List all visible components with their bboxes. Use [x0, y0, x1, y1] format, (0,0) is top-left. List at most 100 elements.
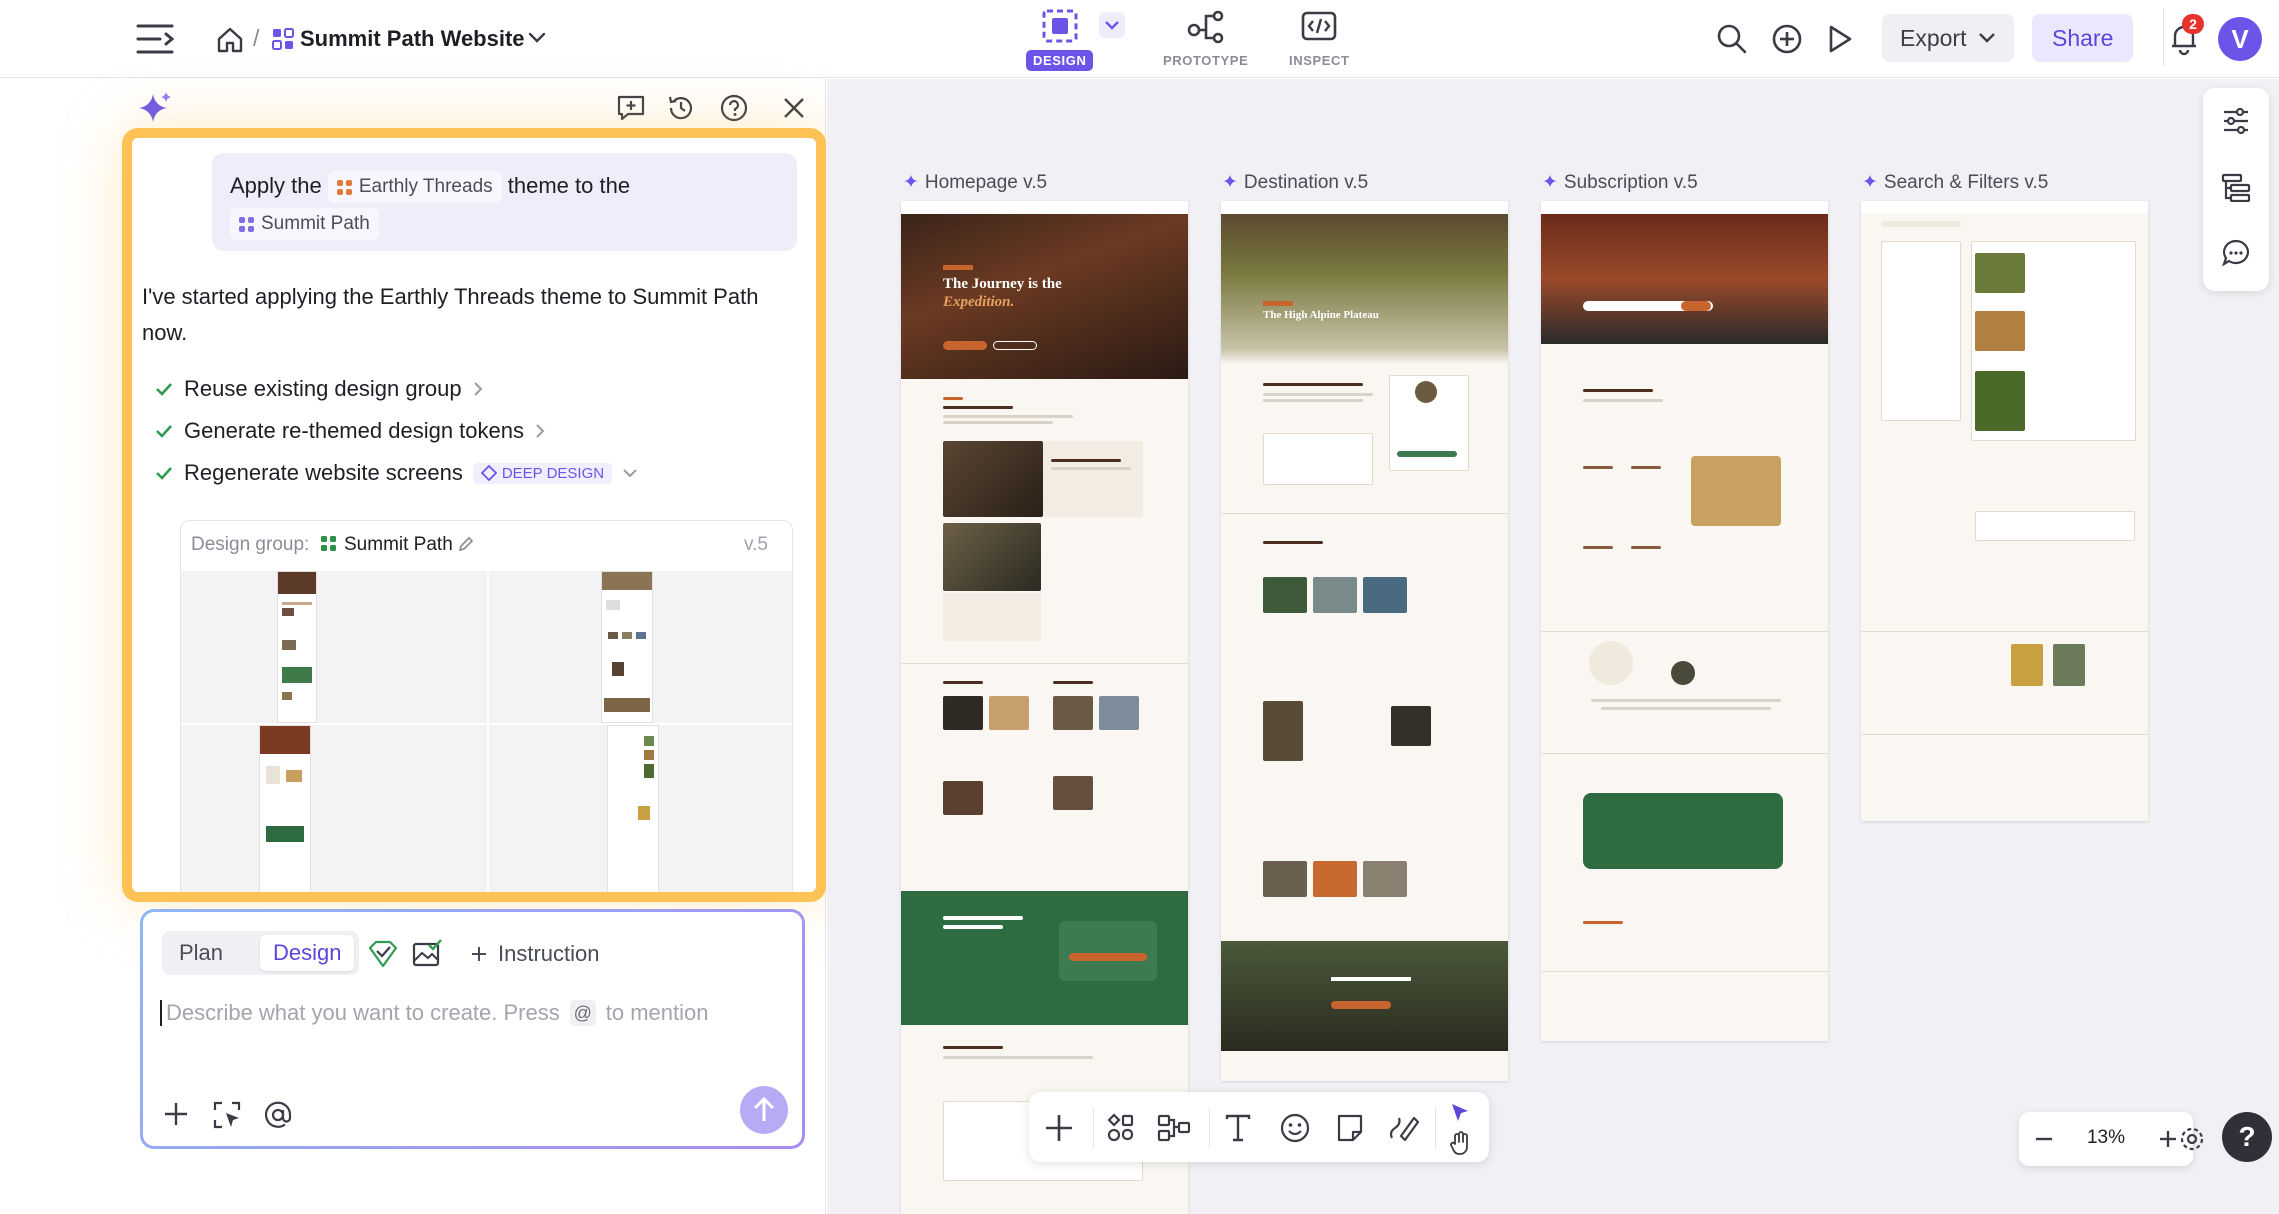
- zoom-control: 13%: [2019, 1112, 2193, 1166]
- image-check-icon[interactable]: [411, 939, 443, 969]
- frame-homepage[interactable]: The Journey is the Expedition.: [901, 201, 1188, 1214]
- sparkle-icon: ✦: [1542, 172, 1558, 193]
- text-tool-icon[interactable]: [1223, 1112, 1253, 1144]
- project-icon: [239, 216, 254, 232]
- theme-icon: [336, 179, 352, 195]
- hero-image: [1221, 214, 1508, 364]
- home-icon[interactable]: [215, 25, 245, 55]
- add-instruction-button[interactable]: Instruction: [470, 941, 600, 967]
- check-icon: [156, 383, 172, 396]
- breadcrumb-separator: /: [253, 25, 260, 51]
- sparkle-icon: ✦: [1222, 172, 1238, 193]
- plus-icon: [472, 947, 486, 961]
- help-button[interactable]: ?: [2222, 1112, 2272, 1162]
- frame-subscription[interactable]: [1541, 201, 1828, 1041]
- adjustments-icon[interactable]: [2221, 106, 2251, 136]
- hero-title: The High Alpine Plateau: [1263, 309, 1379, 321]
- frame-label[interactable]: ✦ Destination v.5: [1222, 171, 1368, 194]
- hero-image: [1541, 214, 1828, 344]
- frame-label[interactable]: ✦ Homepage v.5: [903, 171, 1047, 194]
- chevron-down-icon: [1979, 33, 1996, 43]
- avatar[interactable]: V: [2218, 17, 2262, 61]
- pen-tool-icon[interactable]: [1387, 1112, 1421, 1144]
- send-button[interactable]: [740, 1086, 788, 1134]
- step-item[interactable]: Reuse existing design group: [154, 376, 484, 402]
- theme-chip[interactable]: Earthly Threads: [327, 171, 502, 204]
- design-mode-dropdown[interactable]: [1099, 12, 1125, 38]
- mode-design-button[interactable]: Design: [260, 935, 355, 971]
- mode-plan-button[interactable]: Plan: [166, 935, 236, 971]
- play-icon[interactable]: [1826, 23, 1854, 55]
- deep-design-badge: DEEP DESIGN: [472, 462, 613, 484]
- hero-title: The Journey is the Expedition.: [943, 276, 1062, 310]
- tab-prototype[interactable]: PROTOTYPE: [1156, 8, 1255, 71]
- chevron-down-icon: [623, 469, 637, 478]
- design-group-version: v.5: [744, 534, 768, 555]
- check-icon: [156, 467, 172, 480]
- design-group-icon: [321, 536, 337, 552]
- export-button[interactable]: Export: [1882, 14, 2015, 62]
- assistant-message: I've started applying the Earthly Thread…: [142, 284, 759, 345]
- add-tool-icon[interactable]: [1043, 1112, 1075, 1144]
- components-icon[interactable]: [1105, 1112, 1137, 1144]
- screen-thumbnail[interactable]: [489, 725, 792, 892]
- view-settings-icon[interactable]: [2179, 1126, 2205, 1152]
- screen-thumbnail[interactable]: [181, 571, 487, 723]
- emoji-icon[interactable]: [1279, 1112, 1311, 1144]
- arrow-up-icon: [753, 1096, 775, 1121]
- search-icon[interactable]: [1716, 23, 1748, 55]
- frame-label[interactable]: ✦ Subscription v.5: [1542, 171, 1698, 194]
- edit-pencil-icon[interactable]: [457, 535, 475, 553]
- flow-icon[interactable]: [1157, 1112, 1191, 1144]
- screen-thumbnail[interactable]: [181, 725, 487, 892]
- sparkle-icon: ✦: [903, 172, 919, 193]
- design-canvas[interactable]: ✦ Homepage v.5 ✦ Destination v.5 ✦ Subscrip…: [827, 79, 2279, 1214]
- mode-switch: Plan Design: [162, 931, 359, 975]
- chevron-right-icon: [536, 424, 545, 438]
- check-icon: [156, 425, 172, 438]
- tab-inspect[interactable]: INSPECT: [1282, 8, 1357, 71]
- step-item[interactable]: Regenerate website screens DEEP DESIGN: [154, 460, 638, 486]
- help-circle-icon[interactable]: [719, 93, 749, 123]
- design-group-card[interactable]: Design group: Summit Path v.5: [180, 520, 793, 892]
- history-icon[interactable]: [666, 93, 696, 123]
- screen-thumbnail[interactable]: [489, 571, 792, 723]
- add-icon[interactable]: [1771, 23, 1803, 55]
- hand-tool-icon[interactable]: [1449, 1130, 1473, 1156]
- tab-design[interactable]: DESIGN: [1026, 8, 1094, 71]
- select-element-icon[interactable]: [212, 1100, 242, 1130]
- layers-icon[interactable]: [2221, 172, 2251, 202]
- pointer-tool-icon[interactable]: [1448, 1101, 1472, 1125]
- inspect-icon: [1301, 11, 1337, 41]
- sparkle-icon: ✦: [1862, 172, 1878, 193]
- project-title[interactable]: Summit Path Website: [300, 26, 525, 52]
- sticky-note-icon[interactable]: [1335, 1112, 1365, 1144]
- zoom-level[interactable]: 13%: [2071, 1127, 2141, 1149]
- frame-label[interactable]: ✦ Search & Filters v.5: [1862, 171, 2048, 194]
- ai-sparkle-icon: [137, 90, 173, 126]
- step-item[interactable]: Generate re-themed design tokens: [154, 418, 546, 444]
- design-group-prefix: Design group:: [191, 534, 310, 555]
- new-chat-icon[interactable]: [616, 94, 646, 122]
- mention-key: @: [569, 1000, 596, 1026]
- project-grid-icon: [272, 28, 294, 50]
- frame-destination[interactable]: The High Alpine Plateau: [1221, 201, 1508, 1081]
- close-icon[interactable]: [781, 95, 807, 121]
- prompt-input[interactable]: Describe what you want to create. Press …: [160, 1000, 708, 1026]
- frame-search-filters[interactable]: [1861, 201, 2148, 821]
- diamond-check-icon[interactable]: [367, 939, 399, 969]
- zoom-out-icon[interactable]: [2033, 1128, 2055, 1150]
- prompt-composer: Plan Design Instruction Describe what yo…: [140, 909, 805, 1149]
- design-icon: [1042, 9, 1078, 43]
- chat-thread: Apply the Earthly Threads theme to the S…: [122, 128, 826, 902]
- chevron-down-icon[interactable]: [528, 32, 546, 44]
- mention-icon[interactable]: [263, 1100, 293, 1130]
- share-button[interactable]: Share: [2032, 14, 2134, 62]
- sidebar-toggle-icon[interactable]: [136, 22, 176, 56]
- zoom-in-icon[interactable]: [2157, 1128, 2179, 1150]
- comments-icon[interactable]: [2221, 238, 2251, 268]
- right-rail: [2203, 88, 2269, 291]
- design-group-name: Summit Path: [344, 534, 453, 555]
- project-chip[interactable]: Summit Path: [230, 208, 379, 241]
- attach-plus-icon[interactable]: [162, 1100, 190, 1128]
